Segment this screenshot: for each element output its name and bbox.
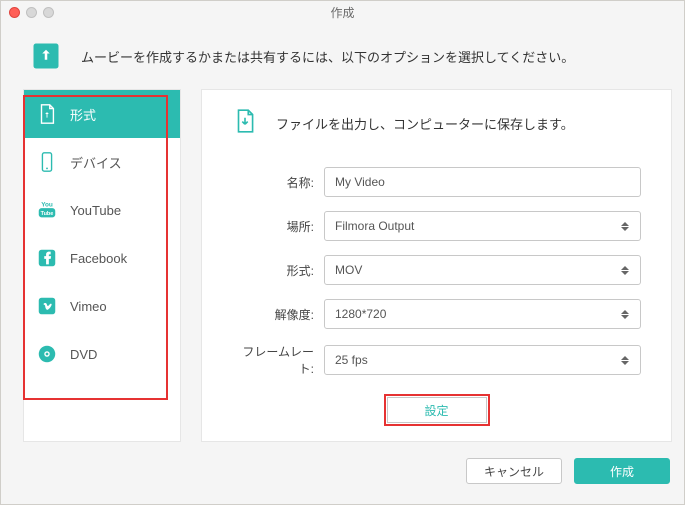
sidebar-item-device[interactable]: デバイス <box>24 138 180 186</box>
sidebar-item-label: YouTube <box>70 203 121 218</box>
titlebar: 作成 <box>1 1 684 23</box>
sidebar-item-dvd[interactable]: DVD <box>24 330 180 378</box>
disc-icon <box>36 343 58 365</box>
sidebar-item-label: DVD <box>70 347 97 362</box>
window-title: 作成 <box>1 4 684 21</box>
sidebar-item-youtube[interactable]: Tube You YouTube <box>24 186 180 234</box>
sidebar-item-vimeo[interactable]: Vimeo <box>24 282 180 330</box>
svg-text:Tube: Tube <box>41 211 54 217</box>
sidebar-item-label: Vimeo <box>70 299 107 314</box>
minimize-icon <box>26 7 37 18</box>
chevron-icon <box>620 356 630 365</box>
window-controls <box>9 7 54 18</box>
sidebar-item-label: Facebook <box>70 251 127 266</box>
label-framerate: フレームレート: <box>232 343 324 377</box>
format-select[interactable]: MOV <box>324 255 641 285</box>
label-format: 形式: <box>232 262 324 279</box>
close-icon[interactable] <box>9 7 20 18</box>
banner-text: ムービーを作成するかまたは共有するには、以下のオプションを選択してください。 <box>81 47 574 66</box>
location-select[interactable]: Filmora Output <box>324 211 641 241</box>
chevron-icon <box>620 310 630 319</box>
settings-button[interactable]: 設定 <box>387 397 487 423</box>
label-location: 場所: <box>232 218 324 235</box>
chevron-icon <box>620 222 630 231</box>
sidebar: 形式 デバイス Tube You YouTube Facebook Vimeo <box>23 89 181 442</box>
export-icon <box>31 41 61 71</box>
sidebar-item-facebook[interactable]: Facebook <box>24 234 180 282</box>
facebook-icon <box>36 247 58 269</box>
sidebar-item-label: 形式 <box>70 105 96 124</box>
sidebar-item-format[interactable]: 形式 <box>24 90 180 138</box>
svg-text:You: You <box>41 201 53 208</box>
main-panel: ファイルを出力し、コンピューターに保存します。 名称: 場所: Filmora … <box>201 89 672 442</box>
create-button[interactable]: 作成 <box>574 458 670 484</box>
cancel-button[interactable]: キャンセル <box>466 458 562 484</box>
file-icon <box>36 103 58 125</box>
youtube-icon: Tube You <box>36 199 58 221</box>
label-resolution: 解像度: <box>232 306 324 323</box>
vimeo-icon <box>36 295 58 317</box>
chevron-icon <box>620 266 630 275</box>
label-name: 名称: <box>232 174 324 191</box>
phone-icon <box>36 151 58 173</box>
footer: キャンセル 作成 <box>1 450 684 498</box>
resolution-select[interactable]: 1280*720 <box>324 299 641 329</box>
main-heading: ファイルを出力し、コンピューターに保存します。 <box>276 114 574 133</box>
framerate-select[interactable]: 25 fps <box>324 345 641 375</box>
name-input[interactable] <box>324 167 641 197</box>
sidebar-item-label: デバイス <box>70 153 122 172</box>
banner: ムービーを作成するかまたは共有するには、以下のオプションを選択してください。 <box>1 23 684 89</box>
file-down-icon <box>232 108 258 139</box>
zoom-icon <box>43 7 54 18</box>
